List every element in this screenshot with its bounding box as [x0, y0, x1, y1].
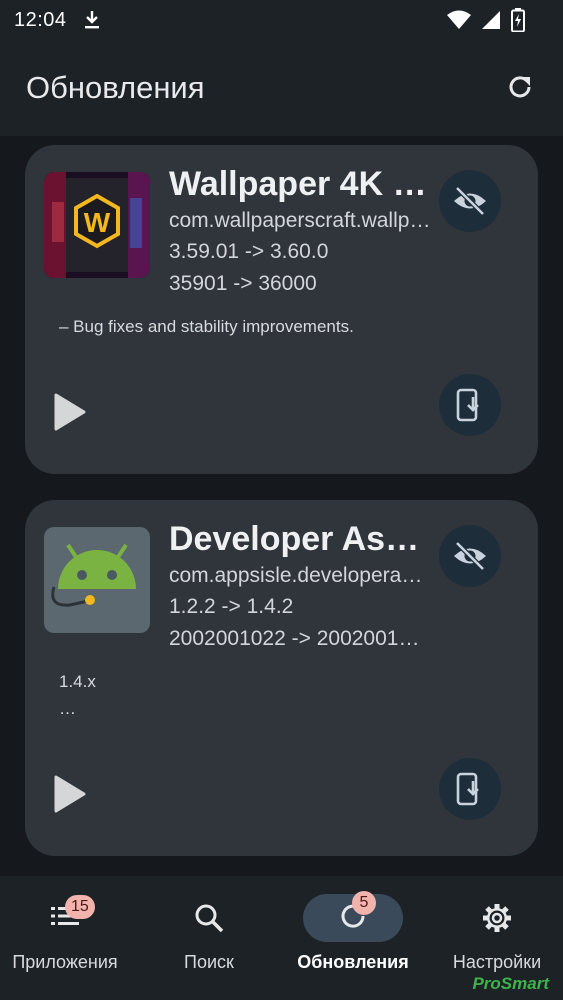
app-package: com.wallpaperscraft.wallpaper	[169, 209, 431, 232]
app-icon-developer-assistant	[44, 527, 150, 633]
app-icon-wallpaper: W	[44, 172, 150, 278]
app-version-code: 35901 -> 36000	[169, 272, 317, 295]
apps-count-badge: 15	[65, 894, 95, 919]
google-play-button[interactable]	[53, 775, 87, 813]
hide-update-button[interactable]	[439, 525, 501, 587]
eye-off-icon	[454, 186, 486, 216]
watermark: ProSmart	[472, 974, 549, 993]
search-icon	[195, 904, 224, 933]
updates-count-badge: 5	[352, 890, 376, 915]
signal-icon	[481, 10, 501, 35]
app-name: Developer Assistant	[169, 520, 431, 558]
nav-label: Поиск	[184, 952, 234, 972]
google-play-button[interactable]	[53, 393, 87, 431]
page-title: Обновления	[26, 70, 205, 105]
changelog: – Bug fixes and stability improvements.	[59, 317, 354, 336]
nav-search[interactable]: Поиск	[148, 876, 270, 1000]
google-play-icon	[54, 393, 86, 431]
refresh-button[interactable]	[505, 72, 535, 102]
update-card[interactable]: Developer Assistant com.appsisle.develop…	[25, 500, 538, 856]
changelog: 1.4.x …	[59, 672, 96, 718]
hide-update-button[interactable]	[439, 170, 501, 232]
download-icon	[83, 9, 101, 31]
update-card[interactable]: W Wallpaper 4K Wallpapers com.wallpapers…	[25, 145, 538, 474]
eye-off-icon	[454, 541, 486, 571]
install-phone-icon	[456, 772, 479, 806]
updates-icon: 5	[338, 890, 376, 936]
install-update-button[interactable]	[439, 374, 501, 436]
app-version: 1.2.2 -> 1.4.2	[169, 595, 294, 618]
nav-apps[interactable]: 15 Приложения	[0, 876, 130, 1000]
app-package: com.appsisle.developerassistant	[169, 564, 431, 587]
status-bar: 12:04	[0, 0, 563, 40]
bottom-nav: 15 Приложения Поиск 5 Обновления Настрой…	[0, 876, 563, 1000]
list-icon: 15	[51, 894, 95, 932]
nav-label: Настройки	[452, 952, 542, 972]
app-name: Wallpaper 4K Wallpapers	[169, 165, 431, 203]
app-version-code: 2002001022 -> 2002001042	[169, 627, 431, 650]
nav-updates[interactable]: 5 Обновления	[288, 876, 418, 1000]
nav-label: Приложения	[12, 952, 118, 972]
status-time: 12:04	[14, 8, 67, 31]
app-version: 3.59.01 -> 3.60.0	[169, 240, 329, 263]
refresh-icon	[509, 76, 531, 98]
google-play-icon	[54, 775, 86, 813]
wallpaper-logo-letter: W	[84, 207, 111, 238]
battery-icon	[511, 8, 525, 37]
app-bar: Обновления	[0, 40, 563, 136]
gear-icon	[483, 904, 511, 932]
install-update-button[interactable]	[439, 758, 501, 820]
wifi-icon	[447, 10, 471, 35]
install-phone-icon	[456, 388, 479, 422]
nav-label: Обновления	[297, 952, 409, 972]
